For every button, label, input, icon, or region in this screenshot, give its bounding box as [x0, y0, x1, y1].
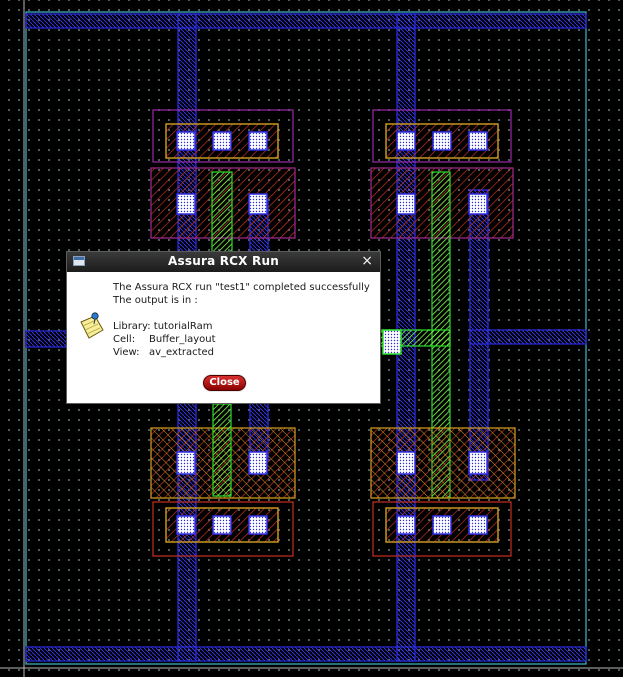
view-label: View: — [113, 347, 140, 358]
message-line-1: The Assura RCX run "test1" completed suc… — [113, 282, 370, 293]
power-rail-top — [25, 13, 587, 29]
library-label: Library: — [113, 321, 151, 332]
close-button[interactable]: Close — [203, 375, 246, 391]
cell-label: Cell: — [113, 334, 136, 345]
cell-value: Buffer_layout — [149, 334, 216, 345]
note-pin-icon — [80, 312, 104, 339]
cell-row: Cell: Buffer_layout — [113, 333, 379, 346]
dialog-message: The Assura RCX run "test1" completed suc… — [113, 281, 379, 359]
view-value: av_extracted — [149, 347, 215, 358]
transistor-bottom-right — [370, 427, 516, 557]
dialog-title: Assura RCX Run — [168, 254, 279, 268]
library-row: Library: tutorialRam — [113, 320, 379, 333]
view-row: View: av_extracted — [113, 346, 379, 359]
dialog-titlebar[interactable]: Assura RCX Run × — [67, 252, 380, 272]
power-rail-bottom — [25, 646, 587, 662]
library-value: tutorialRam — [153, 321, 213, 332]
message-line-2: The output is in : — [113, 295, 198, 306]
transistor-top-left — [150, 109, 296, 253]
assura-rcx-dialog: Assura RCX Run × The Assura RCX run "tes… — [66, 251, 381, 404]
transistor-bottom-left — [150, 403, 296, 557]
left-pin — [25, 330, 71, 348]
close-icon[interactable]: × — [361, 253, 373, 270]
right-pin — [469, 329, 587, 345]
